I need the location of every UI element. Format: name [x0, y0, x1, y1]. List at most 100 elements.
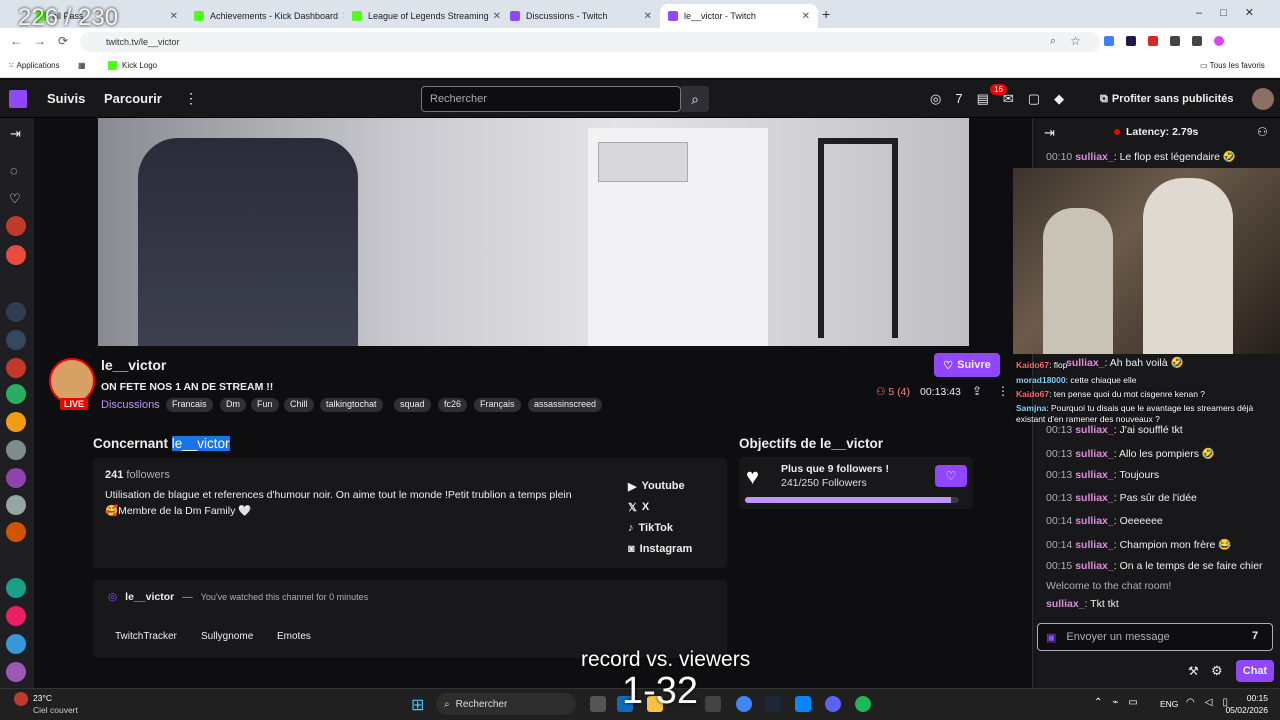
tray-icons[interactable]: ⌃ ⌁ ▭ [1094, 697, 1138, 708]
extension-tab[interactable]: Emotes [277, 631, 311, 642]
category-link[interactable]: Discussions [101, 399, 160, 411]
channel-avatar[interactable] [6, 330, 26, 350]
chat-send-button[interactable]: Chat [1236, 660, 1274, 682]
app-icon[interactable] [795, 696, 811, 712]
social-instagram[interactable]: ◙ Instagram [628, 543, 692, 555]
share-icon[interactable]: ⇪ [972, 384, 982, 398]
channel-avatar[interactable] [6, 522, 26, 542]
search-input[interactable]: Rechercher [421, 86, 681, 112]
more-menu-icon[interactable]: ⋮ [184, 90, 198, 107]
chevron-up-icon[interactable]: ⌃ [1094, 697, 1102, 708]
grid-icon[interactable]: ▦ [78, 61, 86, 70]
browser-tab[interactable]: League of Legends Streaming ✕ [344, 4, 502, 28]
zoom-icon[interactable]: ⌕ [1050, 35, 1056, 48]
whispers-icon[interactable]: ▢ [1028, 91, 1040, 107]
tag-pill[interactable]: squad [394, 398, 431, 412]
channel-avatar[interactable] [6, 412, 26, 432]
browser-tab[interactable]: Discussions - Twitch ✕ [502, 4, 660, 28]
tag-pill[interactable]: Chill [284, 398, 314, 412]
close-tab-icon[interactable]: ✕ [489, 11, 501, 22]
extensions-bar[interactable] [1104, 36, 1254, 48]
extension-tab[interactable]: Sullygnome [201, 631, 253, 642]
tag-pill[interactable]: Fun [251, 398, 279, 412]
expand-rail-icon[interactable]: ⇥ [10, 126, 21, 142]
channel-avatar[interactable] [6, 358, 26, 378]
tag-pill[interactable]: Francais [166, 398, 213, 412]
tag-pill[interactable]: Dm [220, 398, 246, 412]
channel-avatar[interactable] [6, 634, 26, 654]
nav-browse[interactable]: Parcourir [104, 91, 162, 106]
tag-pill[interactable]: fc26 [438, 398, 468, 412]
profile-avatar[interactable] [1214, 36, 1224, 46]
heart-icon[interactable]: ♡ [9, 191, 21, 207]
new-tab-icon[interactable]: + [822, 6, 830, 22]
weather-temp[interactable]: 23°C [33, 693, 52, 703]
channel-name[interactable]: le__victor [101, 357, 166, 373]
channel-avatar[interactable] [6, 606, 26, 626]
extension-icon[interactable] [1104, 36, 1114, 46]
battery-icon[interactable]: ▭ [1128, 697, 1137, 708]
channel-avatar[interactable] [6, 245, 26, 265]
all-bookmarks[interactable]: ▭ Tous les favoris [1200, 61, 1265, 70]
channel-avatar[interactable] [6, 302, 26, 322]
url-field[interactable]: twitch.tv/le__victor [80, 32, 1100, 52]
window-controls[interactable]: –□✕ [1196, 6, 1272, 19]
close-tab-icon[interactable]: ✕ [166, 11, 178, 22]
browser-tab[interactable]: Achievements - Kick Dashboard✕ [186, 4, 344, 28]
more-options-icon[interactable]: ⋮ [997, 384, 1009, 398]
channel-avatar[interactable] [6, 216, 26, 236]
goal-follow-button[interactable]: ♡ [935, 465, 967, 487]
nav-following[interactable]: Suivis [47, 91, 85, 106]
video-player[interactable] [98, 118, 969, 346]
channel-avatar[interactable] [6, 662, 26, 682]
channel-avatar[interactable] [6, 578, 26, 598]
taskbar-search[interactable]: ⌕ Rechercher [436, 693, 576, 715]
close-tab-icon[interactable]: ✕ [640, 11, 652, 22]
social-tiktok[interactable]: ♪ TikTok [628, 522, 673, 534]
bits-icon[interactable]: ◆ [1054, 91, 1064, 107]
volume-icon[interactable]: ◁ [1205, 697, 1213, 708]
search-button[interactable]: ⌕ [681, 86, 709, 112]
collapse-chat-icon[interactable]: ⇥ [1044, 125, 1055, 141]
social-youtube[interactable]: ▶ Youtube [628, 480, 685, 493]
discord-icon[interactable] [825, 696, 841, 712]
channel-avatar[interactable] [6, 384, 26, 404]
extension-icon[interactable] [1126, 36, 1136, 46]
tag-pill[interactable]: talkingtochat [320, 398, 383, 412]
settings-icon[interactable]: ⚙ [1211, 663, 1223, 679]
channel-avatar[interactable] [6, 468, 26, 488]
bookmark-apps[interactable]: ⁙ Applications [8, 61, 60, 70]
twitch-logo-icon[interactable] [9, 90, 27, 108]
app-icon[interactable] [705, 696, 721, 712]
tag-pill[interactable]: Français [474, 398, 521, 412]
community-icon[interactable]: ⚇ [1257, 125, 1268, 139]
chat-input[interactable]: ▣ Envoyer un message [1037, 623, 1273, 651]
extension-icon[interactable] [1148, 36, 1158, 46]
inbox-icon[interactable]: ▤ [977, 91, 989, 107]
chrome-icon[interactable] [736, 696, 752, 712]
tools-icon[interactable]: ⚒ [1188, 664, 1199, 678]
media-icon[interactable] [1192, 36, 1202, 46]
crown-icon[interactable]: ◎ [930, 91, 941, 107]
task-view-icon[interactable] [590, 696, 606, 712]
follow-button[interactable]: ♡ Suivre [934, 353, 1000, 377]
close-tab-icon[interactable]: ✕ [798, 11, 810, 22]
windows-start-icon[interactable]: ⊞ [411, 695, 424, 715]
channel-avatar[interactable] [6, 440, 26, 460]
nav-buttons[interactable]: ←→⟳ [10, 34, 80, 48]
bookmark-kick[interactable]: Kick Logo [108, 61, 157, 70]
ad-free-button[interactable]: ⧉ Profiter sans publicités [1100, 90, 1234, 108]
extension-tab[interactable]: TwitchTracker [115, 631, 177, 642]
recommended-icon[interactable]: ◌ [10, 163, 18, 178]
user-avatar[interactable] [1252, 88, 1274, 110]
wifi-icon[interactable]: ◠ [1186, 697, 1195, 708]
seventv-emote-icon[interactable]: 7 [1252, 630, 1258, 642]
social-x[interactable]: 𝕏X [628, 501, 649, 514]
language-indicator[interactable]: ENG [1160, 699, 1178, 709]
channel-avatar[interactable] [6, 495, 26, 515]
star-icon[interactable]: ☆ [1070, 34, 1081, 48]
spotify-icon[interactable] [855, 696, 871, 712]
tag-pill[interactable]: assassinscreed [528, 398, 603, 412]
clock-time[interactable]: 00:15 [1220, 693, 1268, 703]
steam-icon[interactable] [765, 696, 781, 712]
